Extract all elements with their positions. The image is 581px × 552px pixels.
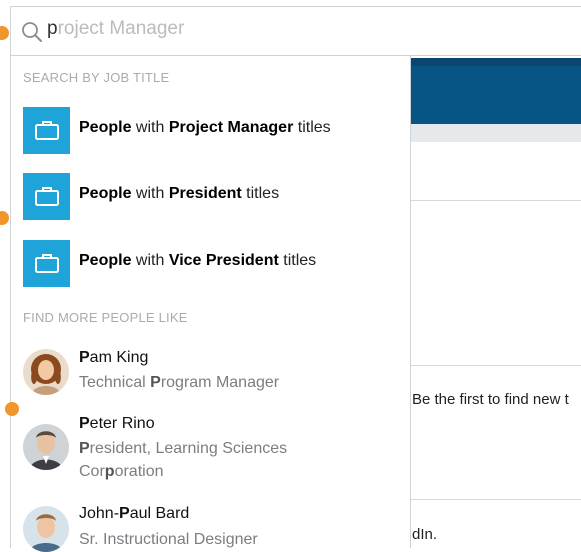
search-suggestions-dropdown: SEARCH BY JOB TITLE People with Project … <box>10 56 411 552</box>
job-title-suggestion[interactable]: People with Project Manager titles <box>23 107 408 155</box>
person-title: President, Learning Sciences Corporation <box>79 440 288 480</box>
job-title-suggestion-label: People with Vice President titles <box>79 252 317 269</box>
briefcase-icon <box>23 240 70 287</box>
search-icon <box>21 21 43 43</box>
avatar <box>23 349 69 395</box>
briefcase-icon <box>23 173 70 220</box>
divider <box>410 365 581 366</box>
divider <box>410 499 581 500</box>
search-bar[interactable]: project Manager <box>10 6 581 56</box>
background-text: Be the first to find new t <box>412 391 569 408</box>
page-subheader-band <box>410 124 581 142</box>
page-header-band-top <box>410 58 581 66</box>
avatar <box>23 506 69 552</box>
section-header-people: FIND MORE PEOPLE LIKE <box>23 310 188 325</box>
divider <box>410 200 581 201</box>
person-suggestion[interactable]: Peter Rino President, Learning Sciences … <box>23 412 408 492</box>
person-suggestion[interactable]: Pam King Technical Program Manager <box>23 345 408 405</box>
briefcase-icon <box>23 107 70 154</box>
person-title: Technical Program Manager <box>79 374 280 391</box>
background-text: dIn. <box>412 526 438 543</box>
section-header-job-title: SEARCH BY JOB TITLE <box>23 70 170 85</box>
avatar <box>23 424 69 470</box>
person-name: John-Paul Bard <box>79 505 190 522</box>
person-name: Peter Rino <box>79 415 155 432</box>
page-header-band <box>410 58 581 124</box>
job-title-suggestion-label: People with Project Manager titles <box>79 119 331 136</box>
person-name: Pam King <box>79 349 149 366</box>
annotation-dot <box>0 211 9 225</box>
search-typed-text: p <box>47 18 58 39</box>
person-suggestion[interactable]: John-Paul Bard Sr. Instructional Designe… <box>23 502 408 552</box>
job-title-suggestion[interactable]: People with Vice President titles <box>23 240 408 288</box>
annotation-dot <box>5 402 19 416</box>
annotation-dot <box>0 26 9 40</box>
search-input[interactable]: project Manager <box>47 18 184 40</box>
job-title-suggestion-label: People with President titles <box>79 185 280 202</box>
job-title-suggestion[interactable]: People with President titles <box>23 173 408 221</box>
search-autocomplete-text: roject Manager <box>57 18 185 39</box>
